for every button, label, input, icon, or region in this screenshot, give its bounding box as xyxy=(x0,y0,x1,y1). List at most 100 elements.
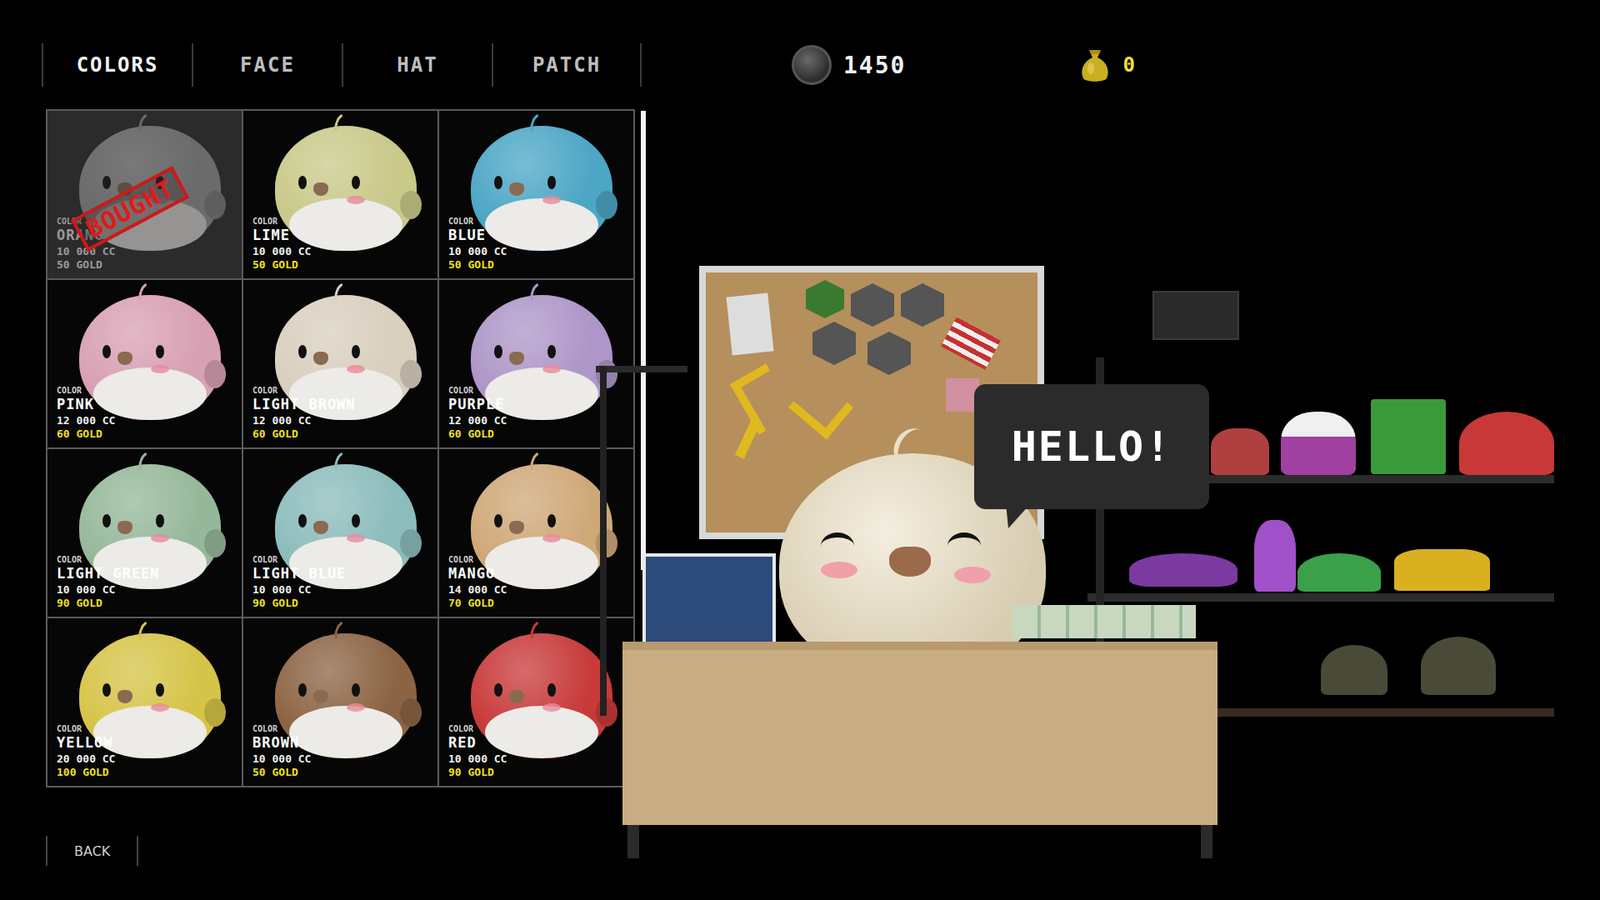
item-price-gold: 90 GOLD xyxy=(56,596,234,610)
color-grid: COLORORANGE10 000 CC50 GOLDBOUGHTCOLORLI… xyxy=(45,109,635,788)
item-name: MANGO xyxy=(448,565,625,583)
item-price-gold: 60 GOLD xyxy=(448,427,625,441)
item-info: COLORLIGHT BROWN12 000 CC60 GOLD xyxy=(252,385,430,441)
item-price-gold: 60 GOLD xyxy=(56,427,234,441)
bird-belly xyxy=(289,198,403,251)
radio-icon xyxy=(1152,290,1240,340)
shopkeeper-eye xyxy=(820,532,855,560)
bird-preview xyxy=(275,125,417,251)
shop-panel: COLORORANGE10 000 CC50 GOLDBOUGHTCOLORLI… xyxy=(0,86,646,900)
shopkeeper-eye xyxy=(947,532,981,560)
bird-beak xyxy=(509,690,525,704)
bird-wing xyxy=(204,190,226,220)
speech-text: HELLO! xyxy=(1011,422,1173,471)
item-price-cc: 10 000 CC xyxy=(252,244,430,259)
color-card[interactable]: COLORLIGHT BROWN12 000 CC60 GOLD xyxy=(243,280,438,448)
hat-icon xyxy=(1297,553,1381,592)
color-card[interactable]: COLORYELLOW20 000 CC100 GOLD xyxy=(47,618,242,786)
color-card[interactable]: COLORPINK12 000 CC60 GOLD xyxy=(47,280,242,448)
color-card[interactable]: COLORLIME10 000 CC50 GOLD xyxy=(243,110,438,279)
scrollbar-thumb[interactable] xyxy=(640,110,646,570)
color-card[interactable]: COLORLIGHT BLUE10 000 CC90 GOLD xyxy=(243,449,438,617)
bird-eye xyxy=(351,345,360,359)
item-price-cc: 20 000 CC xyxy=(56,751,234,766)
item-info: COLORRED10 000 CC90 GOLD xyxy=(448,724,625,780)
shelf xyxy=(1087,593,1555,602)
top-bar: COLORSFACEHATPATCH14500 xyxy=(0,0,1600,87)
item-info: COLORYELLOW20 000 CC100 GOLD xyxy=(56,724,234,780)
bird-wing xyxy=(400,529,422,558)
bird-wing xyxy=(204,529,226,558)
hat-icon xyxy=(1280,411,1356,475)
money-icon xyxy=(1012,605,1196,639)
bird-wing xyxy=(400,360,422,389)
bird-blush xyxy=(346,534,365,543)
hat-icon xyxy=(1320,645,1388,695)
item-name: BROWN xyxy=(252,734,430,752)
bird-blush xyxy=(542,195,561,205)
color-card[interactable]: COLORBLUE10 000 CC50 GOLD xyxy=(439,110,634,279)
hat-icon xyxy=(1459,411,1555,475)
item-info: COLORLIGHT BLUE10 000 CC90 GOLD xyxy=(252,555,430,610)
item-caption: COLOR xyxy=(448,216,625,227)
bird-eye xyxy=(155,345,165,359)
item-caption: COLOR xyxy=(448,385,625,396)
item-caption: COLOR xyxy=(252,555,430,565)
item-info: COLORBROWN10 000 CC50 GOLD xyxy=(252,724,430,780)
gold-amount: 0 xyxy=(1122,53,1136,77)
tab[interactable]: HAT xyxy=(341,43,492,87)
item-name: RED xyxy=(448,734,625,752)
item-price-gold: 90 GOLD xyxy=(252,596,430,610)
bird-preview xyxy=(470,633,613,759)
back-button[interactable]: BACK xyxy=(45,835,139,866)
item-info: COLORMANGO14 000 CC70 GOLD xyxy=(448,555,625,610)
tab-bar: COLORSFACEHATPATCH xyxy=(41,43,642,87)
bird-belly xyxy=(289,705,403,759)
color-card[interactable]: COLORBROWN10 000 CC50 GOLD xyxy=(243,618,438,786)
item-info: COLORLIME10 000 CC50 GOLD xyxy=(252,216,430,272)
bird-eye xyxy=(547,175,556,190)
bird-beak xyxy=(313,351,329,365)
bird-beak xyxy=(509,351,525,365)
item-price-gold: 50 GOLD xyxy=(252,765,430,780)
bird-belly xyxy=(485,536,599,590)
item-name: LIME xyxy=(252,226,430,245)
tab[interactable]: PATCH xyxy=(491,43,642,87)
coin-icon xyxy=(791,45,832,85)
item-name: LIGHT BROWN xyxy=(252,395,430,414)
bird-wing xyxy=(400,190,422,220)
shopkeeper-blush xyxy=(954,566,991,584)
bird-wing xyxy=(595,190,618,220)
item-info: COLORBLUE10 000 CC50 GOLD xyxy=(448,216,625,272)
bird-beak xyxy=(509,520,525,535)
item-caption: COLOR xyxy=(448,724,625,735)
desk xyxy=(622,641,1218,825)
gold-bag-icon xyxy=(1079,46,1111,84)
item-price-gold: 60 GOLD xyxy=(252,427,430,441)
bird-eye xyxy=(494,345,503,359)
bird-eye xyxy=(298,683,307,697)
bird-eye xyxy=(494,683,503,697)
item-caption: COLOR xyxy=(252,724,430,735)
item-name: BLUE xyxy=(448,226,625,245)
shopkeeper-beak xyxy=(889,546,931,577)
tab[interactable]: FACE xyxy=(191,43,342,87)
item-info: COLORPINK12 000 CC60 GOLD xyxy=(56,385,234,441)
bird-wing xyxy=(400,698,422,727)
bird-eye xyxy=(494,175,503,190)
item-price-cc: 12 000 CC xyxy=(448,413,625,428)
hat-icon xyxy=(1420,636,1496,695)
hat-icon xyxy=(1394,549,1490,591)
item-price-gold: 100 GOLD xyxy=(56,765,234,780)
item-name: YELLOW xyxy=(56,734,234,752)
bird-eye xyxy=(155,683,165,697)
item-caption: COLOR xyxy=(56,724,234,735)
color-card[interactable]: COLORORANGE10 000 CC50 GOLDBOUGHT xyxy=(47,110,242,279)
bird-blush xyxy=(150,365,170,374)
color-card[interactable]: COLORLIGHT GREEN10 000 CC90 GOLD xyxy=(47,449,242,617)
bird-belly xyxy=(93,367,207,420)
item-price-gold: 90 GOLD xyxy=(448,765,625,780)
shop-scene: HELLO! xyxy=(645,86,1600,900)
tab[interactable]: COLORS xyxy=(41,43,192,87)
item-price-cc: 10 000 CC xyxy=(448,751,625,766)
